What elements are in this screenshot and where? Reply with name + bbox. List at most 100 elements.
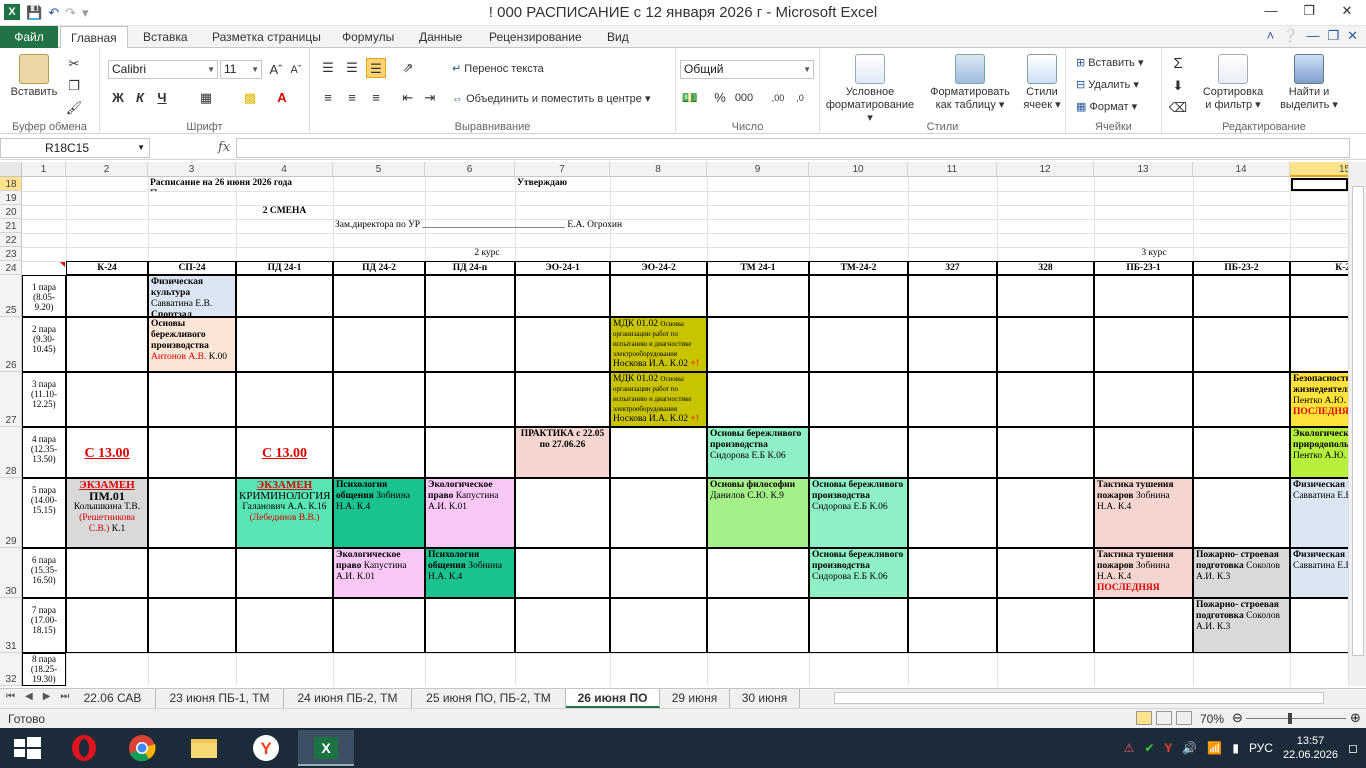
table-cell[interactable]	[997, 478, 1094, 548]
vertical-scrollbar[interactable]	[1348, 162, 1366, 686]
table-cell[interactable]	[809, 275, 908, 317]
table-cell[interactable]	[610, 548, 707, 598]
wrap-text-button[interactable]: ↵ Перенос текста	[452, 62, 544, 75]
row-header[interactable]: 20	[0, 205, 22, 219]
table-cell[interactable]	[1290, 598, 1348, 653]
table-cell[interactable]	[515, 275, 610, 317]
table-cell[interactable]	[908, 427, 997, 478]
minimize-icon[interactable]: —	[1252, 0, 1290, 22]
conditional-formatting-button[interactable]: Условное форматирование ▾	[824, 54, 916, 125]
table-cell[interactable]	[707, 598, 809, 653]
sheet-tab[interactable]: 25 июня ПО, ПБ-2, ТМ	[412, 689, 566, 708]
sheet-tab[interactable]: 22.06 САВ	[70, 689, 156, 708]
workbook-minimize-icon[interactable]: —	[1306, 28, 1319, 44]
table-cell[interactable]	[425, 275, 515, 317]
vertical-scroll-thumb[interactable]	[1352, 186, 1364, 656]
table-cell[interactable]	[1193, 478, 1290, 548]
table-cell[interactable]	[515, 478, 610, 548]
font-size-combo[interactable]: 11 ▼	[220, 60, 262, 79]
table-cell[interactable]	[997, 427, 1094, 478]
table-cell[interactable]	[707, 275, 809, 317]
row-header[interactable]: 30	[0, 548, 22, 598]
table-cell[interactable]	[236, 317, 333, 372]
yandex-taskbar-button[interactable]: Y	[238, 730, 294, 766]
table-cell[interactable]	[908, 478, 997, 548]
chrome-taskbar-button[interactable]	[114, 730, 170, 766]
align-right-icon[interactable]: ≡	[366, 88, 386, 108]
table-cell[interactable]	[707, 317, 809, 372]
network-icon[interactable]: 📶	[1207, 741, 1222, 755]
shrink-font-icon[interactable]: Aˇ	[286, 60, 306, 80]
underline-button[interactable]: Ч	[152, 88, 172, 108]
restore-icon[interactable]: ❐	[1290, 0, 1328, 22]
opera-taskbar-button[interactable]	[56, 730, 112, 766]
last-sheet-icon[interactable]: ⏭	[60, 691, 69, 702]
table-cell[interactable]	[236, 372, 333, 427]
table-cell[interactable]	[809, 372, 908, 427]
font-name-combo[interactable]: Calibri ▼	[108, 60, 218, 79]
table-cell[interactable]	[66, 275, 148, 317]
insert-function-button[interactable]: fx	[218, 138, 230, 158]
table-cell[interactable]	[809, 598, 908, 653]
column-header[interactable]: 13	[1094, 162, 1193, 177]
table-cell[interactable]	[997, 372, 1094, 427]
name-box[interactable]: R18C15 ▼	[0, 138, 150, 158]
tab-data[interactable]: Данные	[409, 26, 472, 48]
next-sheet-icon[interactable]: ▶	[43, 691, 51, 702]
column-header[interactable]: 15	[1290, 162, 1348, 177]
row-header[interactable]: 26	[0, 317, 22, 372]
table-cell[interactable]	[333, 598, 425, 653]
table-cell[interactable]	[515, 548, 610, 598]
row-header[interactable]: 29	[0, 478, 22, 548]
row-header[interactable]: 22	[0, 233, 22, 247]
table-cell[interactable]	[997, 548, 1094, 598]
table-cell[interactable]	[908, 548, 997, 598]
table-cell[interactable]	[333, 275, 425, 317]
customize-qat-icon[interactable]: ▾	[82, 4, 89, 22]
page-layout-view-icon[interactable]	[1156, 711, 1172, 725]
currency-icon[interactable]: 💵	[680, 88, 700, 108]
table-cell[interactable]	[515, 317, 610, 372]
redo-icon[interactable]: ↷	[65, 4, 76, 22]
table-cell[interactable]	[610, 598, 707, 653]
thousands-button[interactable]: 000	[732, 88, 756, 108]
tray-yandex-icon[interactable]: Y	[1164, 741, 1172, 755]
table-cell[interactable]	[1094, 317, 1193, 372]
sheet-tab[interactable]: 23 июня ПБ-1, ТМ	[156, 689, 284, 708]
explorer-taskbar-button[interactable]	[176, 730, 232, 766]
first-sheet-icon[interactable]: ⏮	[6, 691, 15, 702]
table-cell[interactable]	[707, 548, 809, 598]
bold-button[interactable]: Ж	[108, 88, 128, 108]
page-break-view-icon[interactable]	[1176, 711, 1192, 725]
table-cell[interactable]	[1290, 317, 1348, 372]
column-header[interactable]: 2	[66, 162, 148, 177]
merge-center-button[interactable]: ⇔ Объединить и поместить в центре ▾	[452, 92, 651, 105]
table-cell[interactable]	[997, 275, 1094, 317]
table-cell[interactable]	[908, 598, 997, 653]
italic-button[interactable]: К	[130, 88, 150, 108]
align-middle-icon[interactable]: ☰	[342, 58, 362, 78]
table-cell[interactable]	[1094, 598, 1193, 653]
zoom-slider-knob[interactable]	[1288, 713, 1292, 724]
font-color-icon[interactable]: A	[272, 88, 292, 108]
table-cell[interactable]	[425, 372, 515, 427]
tab-file[interactable]: Файл	[0, 26, 58, 48]
format-as-table-button[interactable]: Форматировать как таблицу ▾	[924, 54, 1016, 112]
table-cell[interactable]	[1193, 372, 1290, 427]
insert-cells-button[interactable]: ⊞ Вставить ▾	[1076, 56, 1144, 69]
number-format-combo[interactable]: Общий ▼	[680, 60, 814, 79]
tab-view[interactable]: Вид	[597, 26, 639, 48]
tab-insert[interactable]: Вставка	[133, 26, 198, 48]
format-painter-icon[interactable]: 🖌	[64, 98, 84, 118]
start-button[interactable]	[0, 730, 56, 766]
row-header[interactable]: 19	[0, 191, 22, 205]
prev-sheet-icon[interactable]: ◀	[25, 691, 33, 702]
close-icon[interactable]: ✕	[1328, 0, 1366, 22]
table-cell[interactable]	[66, 372, 148, 427]
row-header[interactable]: 31	[0, 598, 22, 653]
zoom-out-icon[interactable]: ⊖	[1232, 710, 1243, 726]
autosum-button[interactable]: Σ	[1168, 54, 1188, 74]
align-center-icon[interactable]: ≡	[342, 88, 362, 108]
table-cell[interactable]	[809, 317, 908, 372]
table-cell[interactable]	[333, 427, 425, 478]
